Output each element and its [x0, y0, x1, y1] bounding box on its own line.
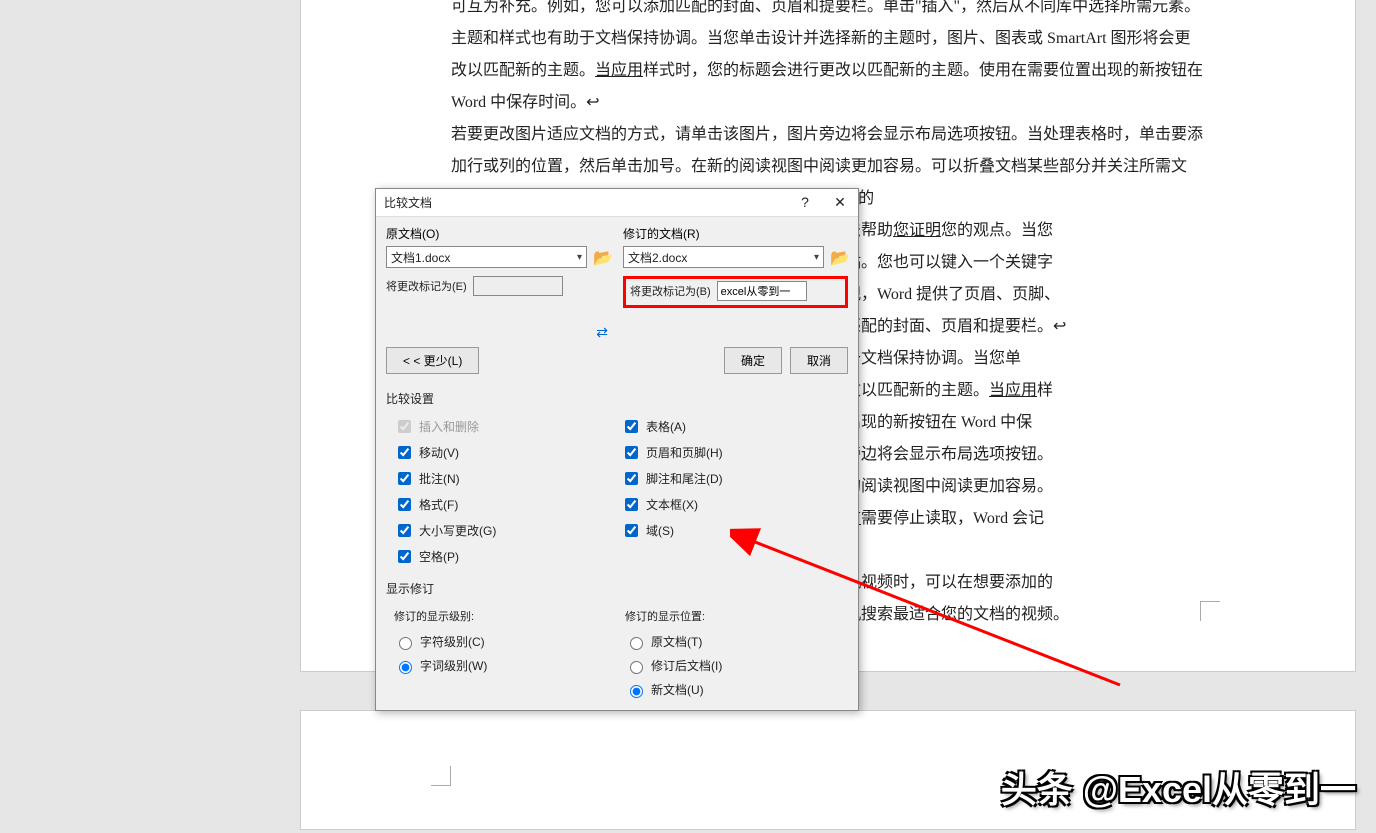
- ok-button[interactable]: 确定: [724, 347, 782, 374]
- mark-input-left[interactable]: [473, 276, 563, 296]
- dialog-action-row: < < 更少(L) 确定 取消: [376, 345, 858, 384]
- chk-tables[interactable]: 表格(A): [621, 417, 848, 436]
- chevron-down-icon: ▾: [814, 252, 819, 263]
- para-text: 需要停止读取，Word 会记: [861, 510, 1044, 527]
- original-doc-combo[interactable]: 文档1.docx ▾: [386, 246, 587, 268]
- mark-changes-left: 将更改标记为(E): [386, 276, 611, 296]
- checkbox[interactable]: [625, 498, 638, 511]
- radio-original-doc[interactable]: 原文档(T): [617, 633, 848, 650]
- para-text: 样: [1037, 382, 1053, 399]
- checkbox: [398, 420, 411, 433]
- show-revisions-section: 显示修订 修订的显示级别: 字符级别(C) 字词级别(W) 修订的显示位置: 原…: [376, 574, 858, 710]
- chk-fields[interactable]: 域(S): [621, 521, 848, 540]
- link-text: 您证明: [893, 222, 941, 239]
- chk-textbox[interactable]: 文本框(X): [621, 495, 848, 514]
- radio-new-doc[interactable]: 新文档(U): [617, 681, 848, 698]
- original-doc-label: 原文档(O): [386, 225, 611, 242]
- para-text: 您的观点。当您: [941, 222, 1053, 239]
- revised-doc-label: 修订的文档(R): [623, 225, 848, 242]
- folder-browse-icon[interactable]: 📂: [593, 248, 611, 266]
- checkbox[interactable]: [625, 446, 638, 459]
- checkbox[interactable]: [625, 420, 638, 433]
- cancel-button[interactable]: 取消: [790, 347, 848, 374]
- less-options-button[interactable]: < < 更少(L): [386, 347, 479, 374]
- checkbox[interactable]: [398, 524, 411, 537]
- revised-doc-combo[interactable]: 文档2.docx ▾: [623, 246, 824, 268]
- radio[interactable]: [630, 637, 643, 650]
- compare-settings-section: 比较设置 插入和删除 移动(V) 批注(N) 格式(F) 大小写更改(G) 空格…: [376, 384, 858, 574]
- checkbox[interactable]: [398, 550, 411, 563]
- checkbox[interactable]: [398, 498, 411, 511]
- radio-char-level[interactable]: 字符级别(C): [386, 633, 617, 650]
- revised-doc-column: 修订的文档(R) 文档2.docx ▾ 📂 将更改标记为(B): [623, 225, 848, 308]
- checkbox[interactable]: [625, 472, 638, 485]
- compare-settings-label: 比较设置: [386, 390, 848, 407]
- swap-docs-button[interactable]: ⇄: [376, 320, 858, 345]
- chevron-down-icon: ▾: [577, 252, 582, 263]
- checkbox[interactable]: [398, 446, 411, 459]
- checkbox[interactable]: [625, 524, 638, 537]
- radio[interactable]: [630, 661, 643, 674]
- compare-documents-dialog: 比较文档 ? ✕ 原文档(O) 文档1.docx ▾ 📂 将更改标记为(E) 修…: [375, 188, 859, 711]
- chk-case[interactable]: 大小写更改(G): [394, 521, 621, 540]
- radio-revised-doc[interactable]: 修订后文档(I): [617, 657, 848, 674]
- chk-insert-delete: 插入和删除: [394, 417, 621, 436]
- page-corner-mark: [1200, 601, 1220, 621]
- rev-level-label: 修订的显示级别:: [394, 608, 617, 624]
- chk-comments[interactable]: 批注(N): [394, 469, 621, 488]
- mark-changes-right: 将更改标记为(B): [630, 281, 841, 301]
- radio-word-level[interactable]: 字词级别(W): [386, 657, 617, 674]
- checkbox[interactable]: [398, 472, 411, 485]
- radio[interactable]: [399, 637, 412, 650]
- radio[interactable]: [630, 685, 643, 698]
- rev-location-label: 修订的显示位置:: [625, 608, 848, 624]
- help-button[interactable]: ?: [795, 194, 815, 211]
- chk-move[interactable]: 移动(V): [394, 443, 621, 462]
- link-text: 当应用: [595, 62, 643, 79]
- highlight-annotation: 将更改标记为(B): [623, 276, 848, 308]
- chk-footnotes[interactable]: 脚注和尾注(D): [621, 469, 848, 488]
- mark-label: 将更改标记为(E): [386, 278, 467, 294]
- mark-label: 将更改标记为(B): [630, 283, 711, 299]
- page-corner-mark: [431, 766, 451, 786]
- close-button[interactable]: ✕: [830, 194, 850, 211]
- mark-input-right[interactable]: [717, 281, 807, 301]
- watermark-text: 头条 @Excel从零到一: [1001, 761, 1356, 813]
- link-text: 当应用: [989, 382, 1037, 399]
- dialog-title-text: 比较文档: [384, 194, 795, 211]
- combo-value: 文档1.docx: [391, 249, 450, 266]
- folder-browse-icon[interactable]: 📂: [830, 248, 848, 266]
- chk-space[interactable]: 空格(P): [394, 547, 621, 566]
- combo-value: 文档2.docx: [628, 249, 687, 266]
- dialog-titlebar: 比较文档 ? ✕: [376, 189, 858, 217]
- chk-format[interactable]: 格式(F): [394, 495, 621, 514]
- dialog-top-section: 原文档(O) 文档1.docx ▾ 📂 将更改标记为(E) 修订的文档(R) 文…: [376, 217, 858, 320]
- radio[interactable]: [399, 661, 412, 674]
- chk-headers[interactable]: 页眉和页脚(H): [621, 443, 848, 462]
- original-doc-column: 原文档(O) 文档1.docx ▾ 📂 将更改标记为(E): [386, 225, 611, 308]
- show-revisions-label: 显示修订: [386, 580, 848, 597]
